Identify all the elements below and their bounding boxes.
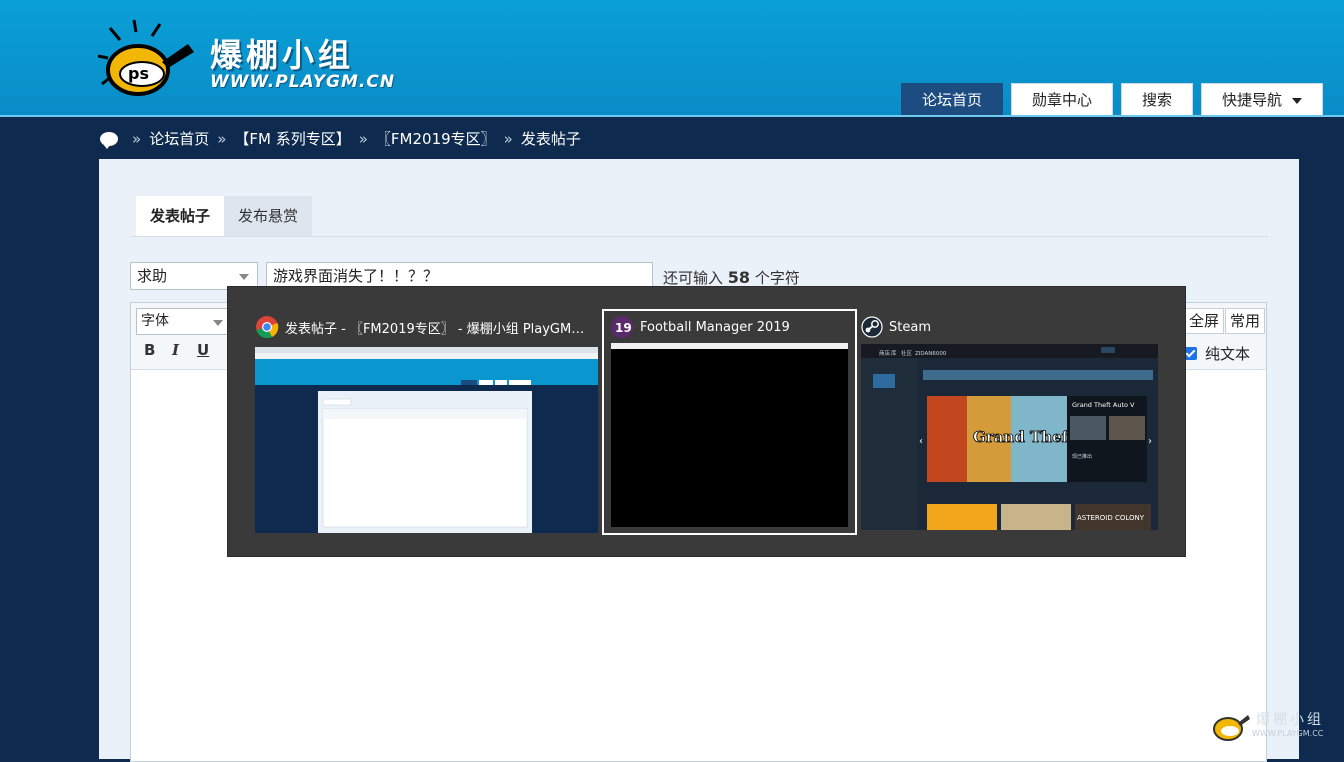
bold-button[interactable]: B (144, 341, 155, 359)
svg-text:ZIDAN6000: ZIDAN6000 (915, 351, 947, 357)
carousel-prev-icon: ‹ (919, 436, 923, 447)
watermark-mascot-icon (1213, 715, 1250, 741)
post-tabs: 发表帖子 发布悬赏 (136, 196, 313, 236)
switcher-window-football-manager[interactable]: 19 Football Manager 2019 (602, 309, 857, 535)
logo-mascot-icon: ps (97, 19, 194, 96)
remaining-count: 58 (727, 268, 751, 287)
chrome-preview-thumbnail (255, 347, 598, 533)
svg-text:19: 19 (615, 321, 632, 335)
window-switcher: 发表帖子 - 〖FM2019专区〗 - 爆棚小组 PlayGM论坛 - Goog… (228, 287, 1185, 556)
breadcrumb-fm2019[interactable]: 〖FM2019专区〗 (376, 128, 496, 149)
breadcrumb-current: 发表帖子 (520, 130, 581, 148)
fm-preview-thumbnail (611, 343, 848, 527)
breadcrumb: » 论坛首页 » 【FM 系列专区】 » 〖FM2019专区〗 » 发表帖子 (100, 128, 581, 149)
switcher-window-chrome[interactable]: 发表帖子 - 〖FM2019专区〗 - 爆棚小组 PlayGM论坛 - Goog… (255, 311, 598, 533)
quick-nav-label: 快捷导航 (1222, 91, 1283, 109)
fullscreen-button[interactable]: 全屏 (1184, 308, 1225, 334)
divider (131, 236, 1268, 237)
main-nav: 论坛首页 勋章中心 搜索 快捷导航 (901, 83, 1324, 115)
site-logo[interactable]: ps 爆棚小组 WWW.PLAYGM.CN (97, 18, 398, 102)
common-button[interactable]: 常用 (1225, 308, 1266, 334)
italic-button[interactable]: I (172, 341, 179, 359)
plain-text-toggle[interactable]: 纯文本 (1183, 343, 1250, 364)
remaining-chars: 还可输入 58 个字符 (663, 268, 800, 287)
svg-text:库: 库 (891, 349, 897, 357)
tab-new-post[interactable]: 发表帖子 (136, 196, 225, 236)
nav-tab-search[interactable]: 搜索 (1121, 83, 1194, 115)
logo-url: WWW.PLAYGM.CN (210, 72, 396, 92)
fm19-icon: 19 (611, 316, 633, 338)
svg-text:ASTEROID COLONY: ASTEROID COLONY (1077, 514, 1145, 522)
chevron-down-icon (213, 320, 223, 326)
category-value: 求助 (137, 267, 168, 285)
subject-input[interactable]: 游戏界面消失了！！？？ (266, 262, 653, 290)
watermark: 爆棚小组 WWW.PLAYGM.CC (1210, 707, 1330, 743)
site-header: ps 爆棚小组 WWW.PLAYGM.CN 论坛首页 勋章中心 搜索 快捷导航 (0, 0, 1344, 117)
underline-button[interactable]: U (197, 341, 209, 359)
window-title: Steam (889, 319, 931, 335)
nav-tab-home[interactable]: 论坛首页 (901, 83, 1004, 115)
nav-tab-medals[interactable]: 勋章中心 (1011, 83, 1114, 115)
chrome-icon (256, 316, 279, 339)
switcher-window-steam[interactable]: Steam 商店 库 社区 ZIDAN6000 Grand Theft Auto… (861, 311, 1158, 533)
svg-text:Grand Theft Auto V: Grand Theft Auto V (1072, 401, 1135, 409)
category-select[interactable]: 求助 (130, 262, 258, 290)
logo-title: 爆棚小组 (210, 36, 355, 74)
breadcrumb-home[interactable]: 论坛首页 (149, 128, 209, 149)
svg-text:商店: 商店 (879, 349, 891, 357)
tab-bounty[interactable]: 发布悬赏 (224, 196, 313, 236)
chat-bubble-icon (100, 131, 118, 149)
window-title: Football Manager 2019 (640, 319, 790, 335)
chevron-down-icon (239, 274, 249, 280)
svg-text:社区: 社区 (901, 349, 913, 357)
carousel-next-icon: › (1148, 436, 1152, 447)
breadcrumb-fm-series[interactable]: 【FM 系列专区】 (234, 128, 350, 149)
chevron-down-icon (1292, 97, 1303, 104)
steam-icon (861, 316, 883, 338)
nav-tab-quick-nav[interactable]: 快捷导航 (1201, 83, 1324, 115)
svg-text:现已推出: 现已推出 (1072, 453, 1092, 460)
window-title: 发表帖子 - 〖FM2019专区〗 - 爆棚小组 PlayGM论坛 - Goog… (285, 321, 585, 337)
svg-text:ps: ps (128, 64, 149, 83)
plain-text-checkbox[interactable] (1183, 347, 1197, 360)
font-select[interactable]: 字体 (136, 308, 232, 335)
steam-preview-thumbnail: 商店 库 社区 ZIDAN6000 Grand Theft Auto Grand… (861, 344, 1158, 530)
